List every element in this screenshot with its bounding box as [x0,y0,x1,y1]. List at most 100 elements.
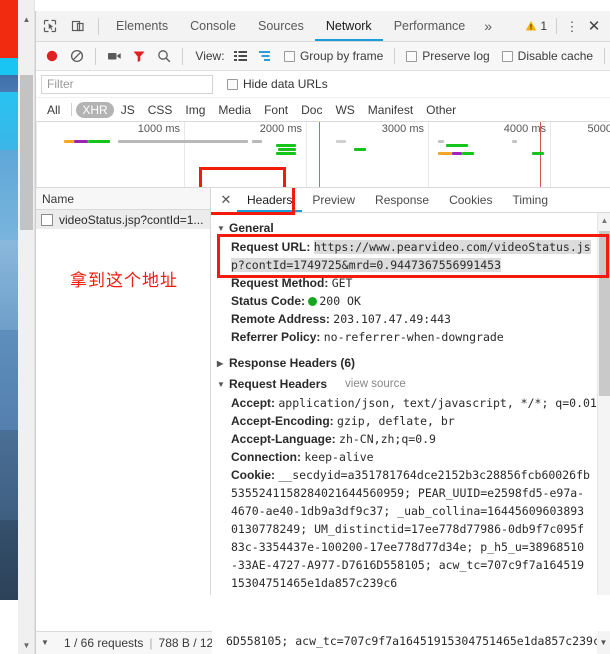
tab-network[interactable]: Network [314,11,383,41]
detail-scroll-down-arrow[interactable]: ▼ [597,631,610,654]
page-scrollbar-thumb[interactable] [20,75,33,230]
response-headers-label: Response Headers (6) [229,356,356,370]
dom-content-loaded-line [319,122,320,187]
accept-label: Accept: [231,396,276,410]
filter-input[interactable] [41,74,213,94]
tab-headers[interactable]: Headers [237,188,303,212]
filter-type-media[interactable]: Media [212,102,257,118]
view-source-link[interactable]: view source [345,378,406,390]
tab-console-label: Console [190,19,236,33]
hide-data-urls-checkbox[interactable]: Hide data URLs [221,77,334,91]
filter-type-ws[interactable]: WS [329,102,360,118]
request-headers-label: Request Headers [229,377,328,391]
accept-value: application/json, text/javascript, */*; … [278,396,597,410]
overview-tick-4000: 4000 ms [503,123,546,135]
clear-button[interactable] [65,42,90,70]
toolbar-divider-1 [95,47,97,65]
filter-type-js[interactable]: JS [115,102,141,118]
tab-sources-label: Sources [257,19,304,33]
warning-badge[interactable]: 1 [521,19,551,33]
view-label: View: [195,49,225,63]
accept-encoding-label: Accept-Encoding: [231,414,334,428]
tab-elements[interactable]: Elements [105,11,179,41]
tab-response[interactable]: Response [365,188,439,212]
tab-preview[interactable]: Preview [302,188,365,212]
accept-language-label: Accept-Language: [231,432,336,446]
filter-type-all[interactable]: All [41,102,66,118]
group-by-frame-checkbox[interactable]: Group by frame [278,49,389,63]
toolbar-divider-3 [394,48,396,64]
disable-cache-label: Disable cache [517,49,594,63]
network-main-area: Name videoStatus.jsp?contId=1... 拿到这个地址 … [36,188,610,595]
detail-scroll-up-arrow[interactable]: ▲ [598,213,610,228]
preserve-log-box [406,50,418,62]
inspect-element-icon[interactable] [36,11,64,41]
warning-count: 1 [540,19,547,33]
page-scroll-down-arrow[interactable]: ▼ [18,637,35,654]
capture-screenshots-icon[interactable] [102,42,127,70]
general-section-label: General [229,221,274,235]
group-by-frame-label: Group by frame [299,49,384,63]
device-toolbar-icon[interactable] [64,11,92,41]
tab-sources[interactable]: Sources [247,11,315,41]
type-divider [71,103,73,116]
referrer-policy-value: no-referrer-when-downgrade [323,330,504,344]
devtools-menu-icon[interactable]: ⋮ [562,20,582,33]
devtools-panel: Elements Console Sources Network Perform… [35,11,610,654]
hide-data-urls-box [227,78,238,90]
filter-type-css[interactable]: CSS [142,102,179,118]
tab-timing[interactable]: Timing [502,188,558,212]
status-ok-icon [308,297,318,306]
close-detail-icon[interactable]: ✕ [215,192,237,208]
filter-type-doc[interactable]: Doc [295,102,328,118]
referrer-policy-row: Referrer Policy: no-referrer-when-downgr… [217,328,610,346]
network-overview-timeline[interactable]: 1000 ms 2000 ms 3000 ms 4000 ms 5000 [36,122,610,188]
request-name-label: videoStatus.jsp?contId=1... [59,212,204,227]
header-row-cookie: Cookie: __secdyid=a351781764dce2152b3c28… [217,466,610,592]
tabbar-divider [98,17,99,35]
search-icon[interactable] [152,42,177,70]
tab-cookies[interactable]: Cookies [439,188,502,212]
request-url-row: Request URL: https://www.pearvideo.com/v… [217,238,610,274]
response-headers-section-header[interactable]: ▶ Response Headers (6) [217,356,610,370]
request-method-label: Request Method: [231,276,329,290]
tab-network-label: Network [325,19,372,33]
filter-type-manifest[interactable]: Manifest [362,102,419,118]
request-headers-section-header[interactable]: ▼ Request Headers view source [217,377,610,391]
headers-content: ▼ General Request URL: https://www.pearv… [211,213,610,595]
filter-type-img[interactable]: Img [179,102,211,118]
general-section-header[interactable]: ▼ General [217,221,610,235]
disable-cache-checkbox[interactable]: Disable cache [496,49,599,63]
request-url-label: Request URL: [231,240,311,254]
filter-type-xhr[interactable]: XHR [76,101,114,118]
table-row[interactable]: videoStatus.jsp?contId=1... [36,210,210,229]
page-scroll-up-arrow[interactable]: ▲ [18,11,35,28]
close-devtools-icon[interactable]: ✕ [582,17,606,35]
tab-console[interactable]: Console [179,11,247,41]
more-tabs-icon[interactable]: » [476,18,500,34]
filter-icon[interactable] [127,42,152,70]
document-icon [41,213,53,226]
triangle-down-icon: ▼ [217,223,225,233]
tabbar-right-group: 1 ⋮ ✕ [521,17,610,35]
devtools-tabbar: Elements Console Sources Network Perform… [36,11,610,42]
detail-scrollbar[interactable]: ▲ [597,213,610,595]
request-method-row: Request Method: GET [217,274,610,292]
list-view-icon[interactable] [229,42,254,70]
requests-column-header[interactable]: Name [36,188,210,210]
requests-count-text: 1 / 66 requests [64,636,144,650]
waterfall-view-icon[interactable] [253,42,278,70]
accept-language-value: zh-CN,zh;q=0.9 [339,432,436,446]
filter-type-other[interactable]: Other [420,102,462,118]
tab-performance[interactable]: Performance [383,11,477,41]
detail-scrollbar-thumb[interactable] [599,231,610,396]
filter-type-font[interactable]: Font [258,102,294,118]
record-button[interactable] [40,42,65,70]
status-code-label: Status Code: [231,294,306,308]
status-collapse-arrow[interactable]: ▼ [36,631,54,654]
triangle-down-icon-2: ▼ [217,379,225,389]
referrer-policy-label: Referrer Policy: [231,330,321,344]
preserve-log-checkbox[interactable]: Preserve log [400,49,495,63]
overview-red-annotation [199,167,286,187]
page-content-strip [0,0,18,654]
